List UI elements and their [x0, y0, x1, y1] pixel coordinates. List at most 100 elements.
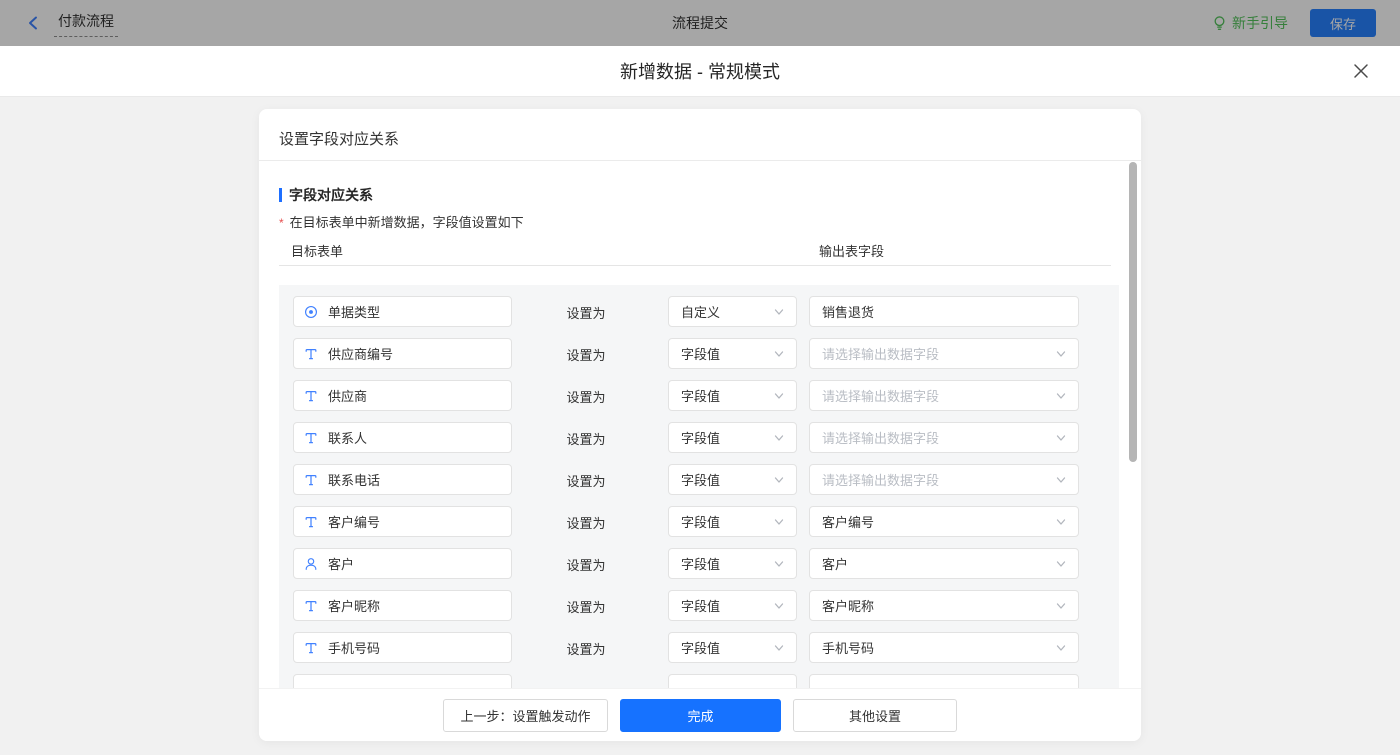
field-mapping-row: 手机号码 设置为 字段值 手机号码	[279, 632, 1119, 663]
text-icon	[304, 431, 318, 445]
section-accent-bar	[279, 188, 282, 202]
chevron-down-icon	[774, 308, 784, 315]
modal-dim-overlay	[0, 0, 1400, 46]
output-select-value: 请选择输出数据字段	[822, 473, 940, 488]
chevron-down-icon	[1056, 602, 1066, 609]
field-mapping-row: 单据类型 设置为 自定义	[279, 296, 1119, 327]
output-select-value: 客户编号	[822, 515, 875, 530]
text-icon	[304, 389, 318, 403]
set-as-label: 设置为	[566, 390, 606, 405]
column-header-target-form: 目标表单	[291, 244, 344, 259]
target-field-label: 联系人	[328, 431, 368, 446]
column-header-divider	[279, 265, 1111, 266]
output-select[interactable]: 请选择输出数据字段	[809, 380, 1079, 411]
mode-select-value: 字段值	[681, 473, 721, 488]
mode-select[interactable]: 字段值	[668, 422, 797, 453]
chevron-down-icon	[774, 392, 784, 399]
field-mapping-row: 供应商 设置为 字段值 请选择输出数据字段	[279, 380, 1119, 411]
target-field-box: 手机号码	[293, 632, 512, 663]
mode-select[interactable]: 字段值	[668, 338, 797, 369]
target-field-box	[293, 674, 512, 688]
target-field-box: 联系电话	[293, 464, 512, 495]
target-field-box: 供应商编号	[293, 338, 512, 369]
output-select[interactable]: 客户编号	[809, 506, 1079, 537]
text-icon	[304, 599, 318, 613]
set-as-label: 设置为	[566, 516, 606, 531]
user-icon	[304, 557, 318, 571]
set-as-label: 设置为	[566, 432, 606, 447]
section-description-text: 在目标表单中新增数据，字段值设置如下	[289, 215, 524, 230]
mode-select[interactable]: 字段值	[668, 632, 797, 663]
field-mapping-row: 客户昵称 设置为 字段值 客户昵称	[279, 590, 1119, 621]
field-mapping-row: 联系电话 设置为 字段值 请选择输出数据字段	[279, 464, 1119, 495]
top-bar: 付款流程 流程提交 新手引导 保存	[0, 0, 1400, 46]
chevron-down-icon	[774, 518, 784, 525]
field-mapping-row: 客户编号 设置为 字段值 客户编号	[279, 506, 1119, 537]
output-select-value: 客户昵称	[822, 599, 875, 614]
close-icon[interactable]	[1352, 62, 1370, 80]
target-field-label: 单据类型	[328, 305, 381, 320]
mode-select-value: 字段值	[681, 431, 721, 446]
mode-select[interactable]: 字段值	[668, 590, 797, 621]
set-as-label: 设置为	[566, 558, 606, 573]
chevron-down-icon	[1056, 350, 1066, 357]
mode-select-value: 字段值	[681, 347, 721, 362]
card-title: 设置字段对应关系	[279, 131, 400, 148]
card-footer: 上一步：设置触发动作 完成 其他设置	[259, 688, 1141, 741]
text-icon	[304, 473, 318, 487]
chevron-down-icon	[1056, 434, 1066, 441]
mode-select[interactable]	[668, 674, 797, 688]
field-mapping-row: 客户 设置为 字段值 客户	[279, 548, 1119, 579]
done-button[interactable]: 完成	[620, 698, 781, 732]
target-field-box: 联系人	[293, 422, 512, 453]
output-select[interactable]: 请选择输出数据字段	[809, 464, 1079, 495]
chevron-down-icon	[774, 434, 784, 441]
chevron-down-icon	[1056, 518, 1066, 525]
text-icon	[304, 641, 318, 655]
target-field-box: 客户	[293, 548, 512, 579]
target-field-label: 手机号码	[328, 641, 381, 656]
output-select[interactable]	[809, 674, 1079, 688]
output-select-value: 手机号码	[822, 641, 875, 656]
mode-select-value: 字段值	[681, 557, 721, 572]
target-field-box: 客户昵称	[293, 590, 512, 621]
radio-icon	[304, 305, 318, 319]
mode-select[interactable]: 字段值	[668, 464, 797, 495]
target-field-label: 客户	[328, 557, 355, 572]
output-select[interactable]: 请选择输出数据字段	[809, 422, 1079, 453]
output-value-input[interactable]	[809, 296, 1079, 327]
card-title-divider	[259, 160, 1141, 161]
scrollbar-thumb[interactable]	[1129, 162, 1137, 462]
target-field-label: 供应商编号	[328, 347, 394, 362]
prev-step-button[interactable]: 上一步：设置触发动作	[443, 698, 608, 732]
mode-select[interactable]: 字段值	[668, 548, 797, 579]
mode-select[interactable]: 字段值	[668, 506, 797, 537]
mode-select[interactable]: 字段值	[668, 380, 797, 411]
mode-select[interactable]: 自定义	[668, 296, 797, 327]
chevron-down-icon	[1056, 644, 1066, 651]
other-settings-button[interactable]: 其他设置	[793, 698, 957, 732]
text-icon	[304, 347, 318, 361]
required-asterisk: *	[279, 216, 284, 230]
output-select[interactable]: 客户	[809, 548, 1079, 579]
output-select[interactable]: 请选择输出数据字段	[809, 338, 1079, 369]
set-as-label: 设置为	[566, 474, 606, 489]
modal-body: 设置字段对应关系 字段对应关系 * 在目标表单中新增数据，字段值设置如下 目标表单…	[0, 109, 1400, 755]
output-select-value: 请选择输出数据字段	[822, 347, 940, 362]
output-select-value: 请选择输出数据字段	[822, 389, 940, 404]
target-field-box: 单据类型	[293, 296, 512, 327]
mode-select-value: 字段值	[681, 515, 721, 530]
set-as-label: 设置为	[566, 306, 606, 321]
target-field-label: 供应商	[328, 389, 368, 404]
chevron-down-icon	[1056, 476, 1066, 483]
chevron-down-icon	[1056, 560, 1066, 567]
output-select[interactable]: 客户昵称	[809, 590, 1079, 621]
chevron-down-icon	[774, 602, 784, 609]
mode-select-value: 字段值	[681, 641, 721, 656]
mode-select-value: 自定义	[681, 305, 721, 320]
set-as-label: 设置为	[566, 600, 606, 615]
mode-select-value: 字段值	[681, 389, 721, 404]
target-field-box: 客户编号	[293, 506, 512, 537]
output-select[interactable]: 手机号码	[809, 632, 1079, 663]
section-description: * 在目标表单中新增数据，字段值设置如下	[279, 212, 524, 231]
